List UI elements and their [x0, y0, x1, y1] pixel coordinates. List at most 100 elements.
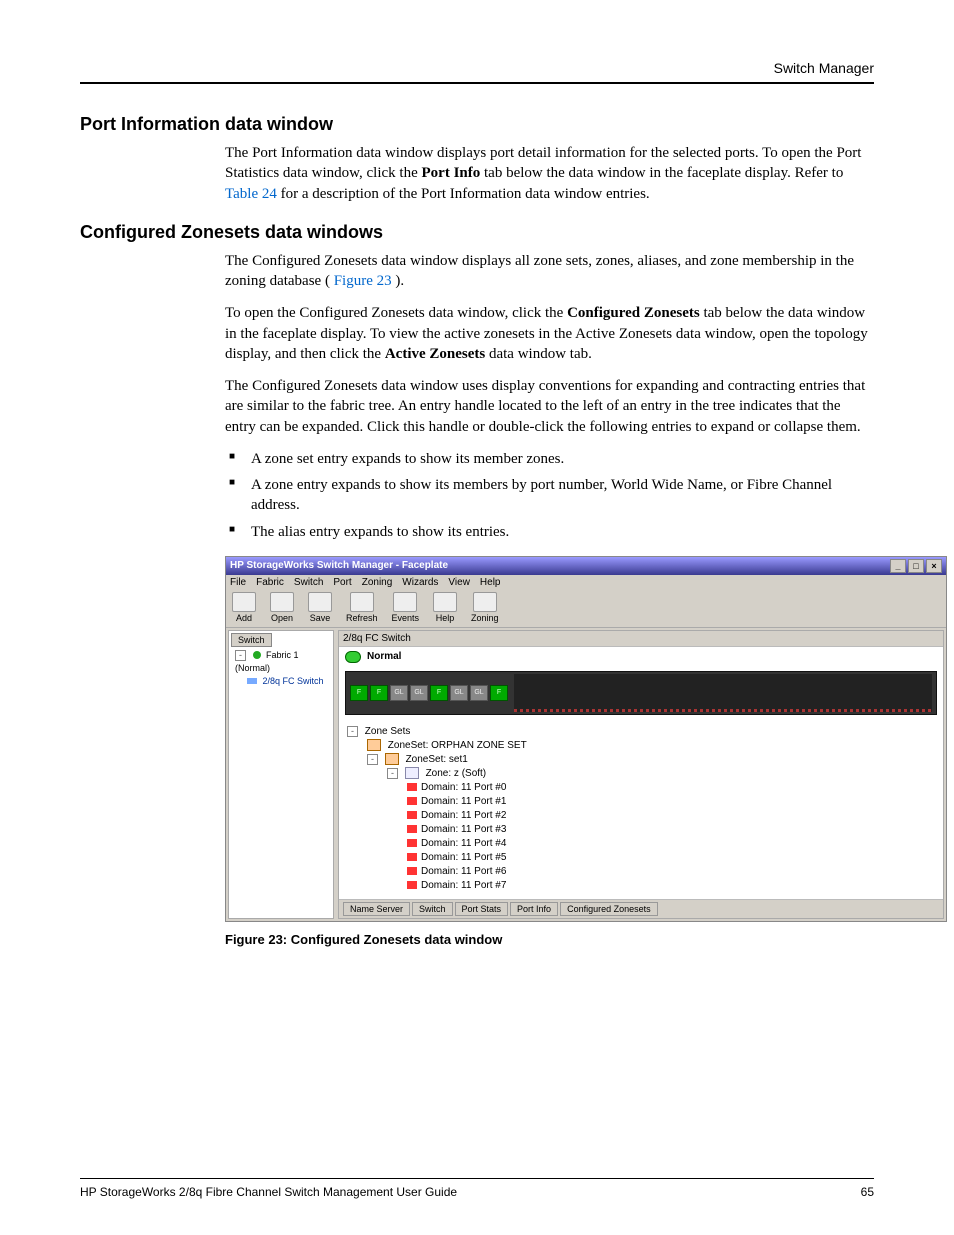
zone-member[interactable]: Domain: 11 Port #0 [347, 781, 935, 795]
right-pane: 2/8q FC Switch Normal F F GL GL F GL GL … [338, 630, 944, 919]
toolbar-events[interactable]: Events [392, 592, 420, 623]
window-title: HP StorageWorks Switch Manager - Facepla… [230, 560, 890, 571]
titlebar: HP StorageWorks Switch Manager - Facepla… [226, 557, 946, 575]
status-row: Normal [339, 647, 943, 667]
port-info-bold: Port Info [422, 165, 481, 181]
zone-sets-root[interactable]: - Zone Sets [347, 725, 935, 739]
toolbar-label: Refresh [346, 613, 378, 623]
toolbar-label: Open [271, 613, 293, 623]
toolbar-open[interactable]: Open [270, 592, 294, 623]
refresh-icon [350, 592, 374, 612]
right-pane-header: 2/8q FC Switch [339, 631, 943, 647]
text: for a description of the Port Informatio… [281, 186, 650, 202]
expand-handle-icon[interactable]: - [367, 754, 378, 765]
port-5[interactable]: GL [450, 685, 468, 701]
member-icon [407, 839, 417, 847]
maximize-button[interactable]: □ [908, 559, 924, 573]
left-tab-switch[interactable]: Switch [231, 633, 272, 647]
member-icon [407, 825, 417, 833]
port-1[interactable]: F [370, 685, 388, 701]
member-label: Domain: 11 Port #6 [421, 866, 506, 877]
help-icon [433, 592, 457, 612]
member-label: Domain: 11 Port #1 [421, 796, 506, 807]
port-6[interactable]: GL [470, 685, 488, 701]
page-footer: HP StorageWorks 2/8q Fibre Channel Switc… [80, 1178, 874, 1199]
figure-23-link[interactable]: Figure 23 [334, 273, 392, 289]
port-3[interactable]: GL [410, 685, 428, 701]
tab-port-stats[interactable]: Port Stats [455, 902, 509, 916]
toolbar-zoning[interactable]: Zoning [471, 592, 499, 623]
text: ). [395, 273, 404, 289]
zoneset-icon [385, 753, 399, 765]
conf-zs-p3: The Configured Zonesets data window uses… [225, 376, 874, 437]
faceplate-padding [514, 674, 932, 712]
tab-port-info[interactable]: Port Info [510, 902, 558, 916]
menu-help[interactable]: Help [480, 577, 501, 588]
toolbar-refresh[interactable]: Refresh [346, 592, 378, 623]
add-icon [232, 592, 256, 612]
port-2[interactable]: GL [390, 685, 408, 701]
table-24-link[interactable]: Table 24 [225, 186, 277, 202]
status-text: Normal [367, 651, 401, 662]
toolbar-label: Add [236, 613, 252, 623]
member-icon [407, 853, 417, 861]
zone-label: Zone: z (Soft) [426, 768, 487, 779]
switch-label: 2/8q FC Switch [263, 676, 324, 686]
conf-zs-p1: The Configured Zonesets data window disp… [225, 251, 874, 292]
expand-handle-icon[interactable]: - [235, 650, 246, 661]
member-label: Domain: 11 Port #7 [421, 880, 506, 891]
minimize-button[interactable]: _ [890, 559, 906, 573]
conf-zs-bold1: Configured Zonesets [567, 305, 700, 321]
tab-switch[interactable]: Switch [412, 902, 453, 916]
text: To open the Configured Zonesets data win… [225, 305, 567, 321]
section-body-port-info: The Port Information data window display… [225, 143, 874, 204]
member-label: Domain: 11 Port #3 [421, 824, 506, 835]
app-window: HP StorageWorks Switch Manager - Facepla… [225, 556, 947, 922]
member-label: Domain: 11 Port #5 [421, 852, 506, 863]
zoneset-orphan[interactable]: ZoneSet: ORPHAN ZONE SET [347, 739, 935, 753]
member-icon [407, 783, 417, 791]
zone-member[interactable]: Domain: 11 Port #6 [347, 865, 935, 879]
zone-member[interactable]: Domain: 11 Port #3 [347, 823, 935, 837]
bottom-tabs: Name Server Switch Port Stats Port Info … [339, 899, 943, 918]
menu-fabric[interactable]: Fabric [256, 577, 284, 588]
toolbar-add[interactable]: Add [232, 592, 256, 623]
window-controls: _ □ × [890, 559, 942, 573]
menu-file[interactable]: File [230, 577, 246, 588]
menu-wizards[interactable]: Wizards [402, 577, 438, 588]
toolbar-label: Help [436, 613, 455, 623]
zone-member[interactable]: Domain: 11 Port #5 [347, 851, 935, 865]
expand-handle-icon[interactable]: - [387, 768, 398, 779]
toolbar-help[interactable]: Help [433, 592, 457, 623]
toolbar-save[interactable]: Save [308, 592, 332, 623]
zoneset-set1[interactable]: - ZoneSet: set1 [347, 753, 935, 767]
member-icon [407, 797, 417, 805]
zone-member[interactable]: Domain: 11 Port #7 [347, 879, 935, 893]
status-dot-icon [253, 651, 261, 659]
tab-configured-zonesets[interactable]: Configured Zonesets [560, 902, 658, 916]
zone-member[interactable]: Domain: 11 Port #4 [347, 837, 935, 851]
zone-member[interactable]: Domain: 11 Port #1 [347, 795, 935, 809]
menu-port[interactable]: Port [333, 577, 351, 588]
zone-member[interactable]: Domain: 11 Port #2 [347, 809, 935, 823]
close-button[interactable]: × [926, 559, 942, 573]
zoning-icon [473, 592, 497, 612]
port-0[interactable]: F [350, 685, 368, 701]
section-title-conf-zonesets: Configured Zonesets data windows [80, 222, 874, 243]
tree-switch[interactable]: 2/8q FC Switch [231, 675, 331, 688]
text: data window tab. [489, 346, 592, 362]
menu-zoning[interactable]: Zoning [362, 577, 393, 588]
main-area: Switch - Fabric 1 (Normal) 2/8q FC Switc… [226, 628, 946, 921]
menu-switch[interactable]: Switch [294, 577, 323, 588]
zone-z[interactable]: - Zone: z (Soft) [347, 767, 935, 781]
expand-handle-icon[interactable]: - [347, 726, 358, 737]
member-icon [407, 867, 417, 875]
menu-view[interactable]: View [448, 577, 470, 588]
menubar: File Fabric Switch Port Zoning Wizards V… [226, 575, 946, 590]
conf-zs-p2: To open the Configured Zonesets data win… [225, 303, 874, 364]
port-4[interactable]: F [430, 685, 448, 701]
tree-fabric[interactable]: - Fabric 1 (Normal) [231, 649, 331, 675]
open-icon [270, 592, 294, 612]
tab-name-server[interactable]: Name Server [343, 902, 410, 916]
port-7[interactable]: F [490, 685, 508, 701]
